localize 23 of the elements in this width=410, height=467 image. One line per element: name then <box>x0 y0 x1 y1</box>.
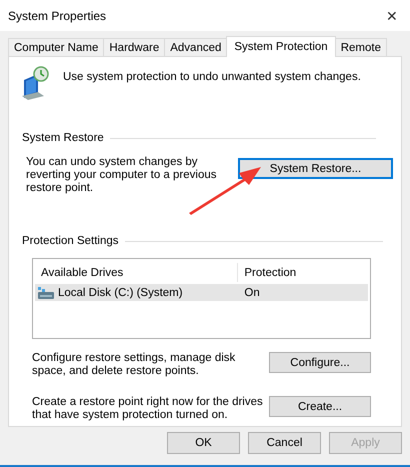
close-icon[interactable]: ✕ <box>386 8 398 24</box>
table-cell: On <box>244 286 260 298</box>
description-text: Create a restore point right now for the drives that have system protection turned on. <box>32 396 264 422</box>
action-button[interactable]: Configure... <box>269 352 371 373</box>
description-text: Configure restore settings, manage disk space, and delete restore points. <box>32 352 236 378</box>
window-title: System Properties <box>8 8 106 22</box>
computer-restore-icon <box>22 66 50 100</box>
group-title: System Restore <box>22 132 104 144</box>
tab[interactable]: Computer Name <box>8 38 104 57</box>
drive-row[interactable]: Local Disk (C:) (System) On <box>35 284 368 301</box>
table-cell: Local Disk (C:) (System) <box>58 286 183 298</box>
tab[interactable]: System Protection <box>226 36 336 57</box>
group-title: Protection Settings <box>22 235 119 247</box>
description-text: You can undo system changes by reverting your computer to a previous restore point. <box>26 156 218 195</box>
system-restore-button[interactable]: System Restore... <box>238 158 393 179</box>
dialog-button[interactable]: Cancel <box>248 432 321 454</box>
column-header[interactable]: Protection <box>238 263 368 282</box>
intro-text: Use system protection to undo unwanted system changes. <box>63 71 361 83</box>
column-header[interactable]: Available Drives <box>35 263 238 282</box>
tab[interactable]: Remote <box>334 38 387 57</box>
dialog-button[interactable]: OK <box>167 432 240 454</box>
drive-icon <box>38 286 54 298</box>
action-button[interactable]: Create... <box>269 396 371 417</box>
